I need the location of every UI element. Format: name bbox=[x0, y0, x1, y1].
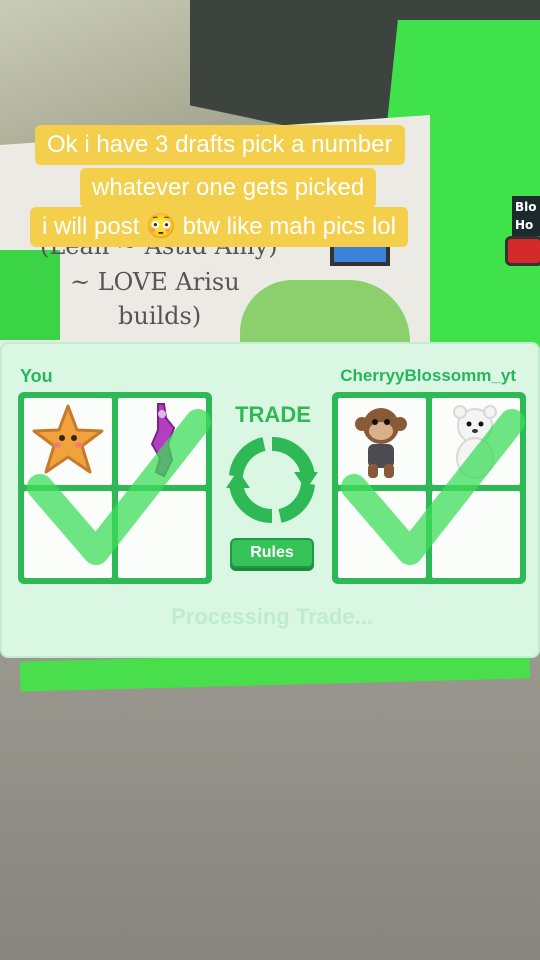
sign-text-line2: ~ LOVE Arisu bbox=[70, 268, 240, 296]
rules-button[interactable]: Rules bbox=[230, 538, 314, 568]
your-slot-1[interactable] bbox=[24, 398, 112, 485]
starfish-pet-icon bbox=[32, 404, 104, 474]
your-slot-2[interactable] bbox=[118, 398, 206, 485]
partner-label: CherryyBlossomm_yt bbox=[340, 366, 516, 385]
partner-slot-1[interactable] bbox=[338, 398, 426, 485]
caption-line2: whatever one gets picked bbox=[80, 168, 377, 208]
you-label: You bbox=[20, 366, 53, 386]
purple-pet-icon bbox=[150, 403, 176, 478]
mailbox bbox=[505, 236, 540, 266]
partner-slot-2[interactable] bbox=[432, 398, 520, 485]
your-offer-grid bbox=[18, 392, 212, 584]
trade-cycle-icon bbox=[226, 436, 318, 524]
your-slot-3[interactable] bbox=[24, 491, 112, 578]
polar-bear-pet-icon bbox=[453, 405, 497, 479]
trade-panel: You CherryyBlossomm_yt TRADE Rules Proce… bbox=[0, 342, 540, 658]
caption-line1: Ok i have 3 drafts pick a number bbox=[35, 125, 405, 165]
trade-status: Processing Trade... bbox=[171, 604, 373, 629]
side-label: Blo Ho bbox=[512, 196, 540, 236]
green-block bbox=[0, 250, 60, 340]
your-slot-4[interactable] bbox=[118, 491, 206, 578]
partner-slot-3[interactable] bbox=[338, 491, 426, 578]
trade-title: TRADE bbox=[235, 402, 311, 427]
sign-text-line3: builds) bbox=[118, 302, 202, 330]
monkey-pet-icon bbox=[355, 408, 407, 478]
partner-offer-grid bbox=[332, 392, 526, 584]
caption-line3: i will post 😳 btw like mah pics lol bbox=[30, 207, 408, 247]
partner-slot-4[interactable] bbox=[432, 491, 520, 578]
